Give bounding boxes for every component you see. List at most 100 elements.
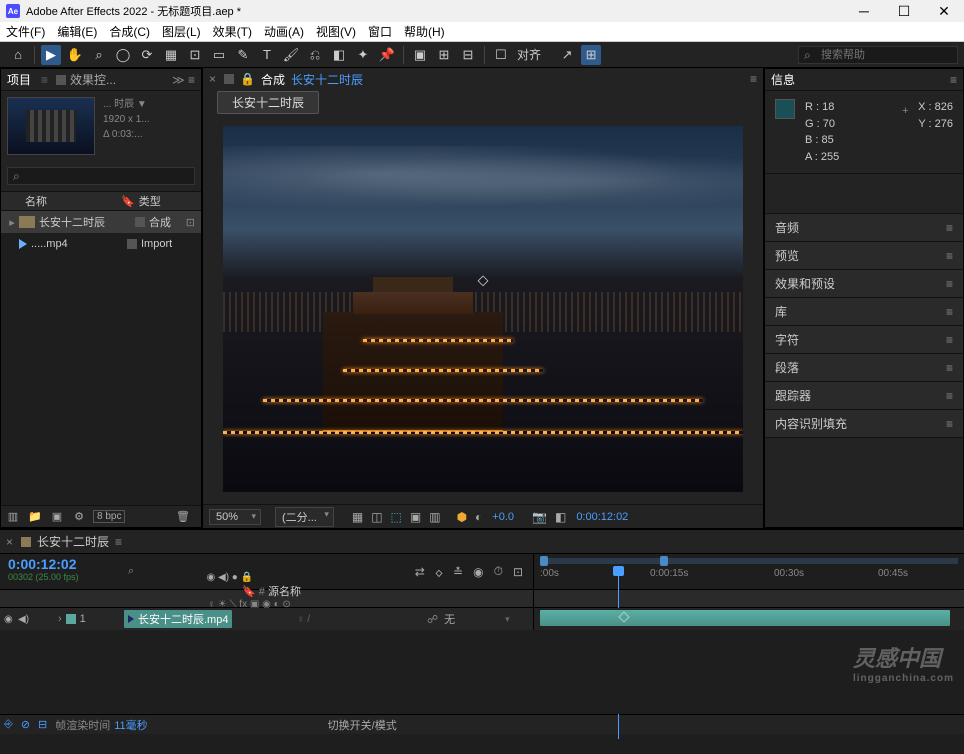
help-search-input[interactable]: [798, 46, 958, 64]
time-ruler[interactable]: :00s 0:00:15s 00:30s 00:45s: [534, 568, 964, 588]
transparency-grid-icon[interactable]: ▦: [352, 510, 363, 524]
rotate-tool-icon[interactable]: ⟳: [137, 45, 157, 65]
layer-parent-value[interactable]: 无: [444, 611, 455, 627]
panel-audio[interactable]: 音频≡: [765, 214, 963, 241]
panel-menu-icon[interactable]: ≫ ≡: [172, 73, 195, 87]
viewer-timecode[interactable]: 0:00:12:02: [576, 511, 628, 523]
work-area-start-handle[interactable]: [540, 556, 548, 566]
grid-icon[interactable]: ⊞: [581, 45, 601, 65]
panel-paragraph[interactable]: 段落≡: [765, 354, 963, 381]
tl-footer-icon-3[interactable]: ⊟: [38, 718, 47, 731]
snap-icon[interactable]: ☐: [491, 45, 511, 65]
exposure-value[interactable]: +0.0: [492, 511, 514, 523]
work-area-bar[interactable]: [540, 558, 958, 564]
layer-clip-bar[interactable]: [540, 610, 950, 626]
new-comp-icon[interactable]: ▣: [49, 509, 65, 525]
orbit-tool-icon[interactable]: ◯: [113, 45, 133, 65]
pan-behind-tool-icon[interactable]: ⊡: [185, 45, 205, 65]
brush-tool-icon[interactable]: 🖌: [281, 45, 301, 65]
timeline-tab[interactable]: 长安十二时辰: [37, 533, 109, 550]
composition-viewer[interactable]: [203, 114, 763, 504]
color-mgmt-icon[interactable]: ⬢: [457, 510, 467, 524]
minimize-button[interactable]: ─: [844, 0, 884, 22]
tab-project[interactable]: 项目: [7, 71, 31, 88]
tl-footer-icon-2[interactable]: ⊘: [21, 718, 30, 731]
show-snapshot-icon[interactable]: ◧: [555, 510, 566, 524]
tl-footer-icon-1[interactable]: ⎆: [4, 718, 13, 731]
menu-composition[interactable]: 合成(C): [109, 23, 150, 40]
col-name[interactable]: 名称: [25, 193, 121, 209]
pickwhip-icon[interactable]: ☍: [427, 613, 438, 626]
panel-tracker[interactable]: 跟踪器≡: [765, 382, 963, 409]
project-item-composition[interactable]: ▸ 长安十二时辰 合成 ⊡: [1, 211, 201, 233]
channel-icon[interactable]: ▥: [429, 510, 440, 524]
home-icon[interactable]: ⌂: [8, 45, 28, 65]
bpc-display[interactable]: 8 bpc: [93, 510, 125, 523]
menu-layer[interactable]: 图层(L): [162, 23, 201, 40]
camera-tool-icon[interactable]: ▦: [161, 45, 181, 65]
col-source-name[interactable]: 源名称: [268, 586, 301, 598]
zoom-tool-icon[interactable]: ⌕: [89, 45, 109, 65]
align-label[interactable]: 对齐: [517, 46, 541, 63]
panel-character[interactable]: 字符≡: [765, 326, 963, 353]
puppet-tool-icon[interactable]: 📌: [377, 45, 397, 65]
settings-icon[interactable]: ⚙: [71, 509, 87, 525]
menu-window[interactable]: 窗口: [368, 23, 392, 40]
exposure-icon[interactable]: ◐: [475, 510, 482, 524]
clone-tool-icon[interactable]: ⎌: [305, 45, 325, 65]
roto-tool-icon[interactable]: ✦: [353, 45, 373, 65]
mask-icon[interactable]: ◫: [371, 510, 382, 524]
toolset-icon[interactable]: ▣: [410, 45, 430, 65]
panel-effects-presets[interactable]: 效果和预设≡: [765, 270, 963, 297]
new-folder-icon[interactable]: 📁: [27, 509, 43, 525]
region-icon[interactable]: ⬚: [391, 510, 402, 524]
project-search-input[interactable]: [7, 167, 195, 185]
layer-name[interactable]: 长安十二时辰.mp4: [124, 610, 232, 628]
rectangle-tool-icon[interactable]: ▭: [209, 45, 229, 65]
comp-tab[interactable]: 长安十二时辰: [217, 91, 319, 114]
pen-tool-icon[interactable]: ✎: [233, 45, 253, 65]
timeline-close-icon[interactable]: ×: [6, 535, 13, 549]
info-panel-menu-icon[interactable]: ≡: [950, 73, 957, 87]
panel-preview[interactable]: 预览≡: [765, 242, 963, 269]
timeline-timecode[interactable]: 0:00:12:02: [8, 556, 120, 572]
project-thumbnail[interactable]: [7, 97, 95, 155]
close-tab-icon[interactable]: ×: [209, 72, 216, 86]
hand-tool-icon[interactable]: ✋: [65, 45, 85, 65]
layer-modes[interactable]: ♀ /: [293, 614, 423, 625]
menu-effect[interactable]: 效果(T): [213, 23, 252, 40]
comp-name-label[interactable]: 长安十二时辰: [291, 71, 363, 88]
lock-icon[interactable]: 🔒: [240, 72, 255, 86]
menu-edit[interactable]: 编辑(E): [57, 23, 97, 40]
trash-icon[interactable]: 🗑: [175, 509, 191, 525]
snapshot-icon[interactable]: 📷: [532, 510, 547, 524]
zoom-dropdown[interactable]: 50%: [209, 509, 261, 525]
panel-content-aware[interactable]: 内容识别填充≡: [765, 410, 963, 437]
eraser-tool-icon[interactable]: ◧: [329, 45, 349, 65]
timeline-layer-row[interactable]: ◉ ◀) › 1 长安十二时辰.mp4 ♀ / ☍ 无: [0, 608, 964, 630]
layer-color-icon[interactable]: [66, 614, 76, 624]
layer-expand-icon[interactable]: ›: [58, 613, 62, 625]
comp-panel-menu-icon[interactable]: ≡: [750, 72, 757, 86]
panel-libraries[interactable]: 库≡: [765, 298, 963, 325]
toggle-switches-label[interactable]: 切换开关/模式: [328, 717, 397, 733]
visibility-icon[interactable]: ◉: [4, 614, 16, 625]
type-tool-icon[interactable]: T: [257, 45, 277, 65]
menu-animation[interactable]: 动画(A): [264, 23, 304, 40]
grid-view-icon[interactable]: ▣: [410, 510, 421, 524]
interpret-icon[interactable]: ▥: [5, 509, 21, 525]
tab-effect-controls[interactable]: 效果控...: [70, 71, 116, 88]
maximize-button[interactable]: ☐: [884, 0, 924, 22]
toolset3-icon[interactable]: ⊟: [458, 45, 478, 65]
menu-help[interactable]: 帮助(H): [404, 23, 445, 40]
audio-icon[interactable]: ◀): [18, 614, 30, 625]
resolution-dropdown[interactable]: (二分...: [275, 507, 334, 527]
col-type[interactable]: 类型: [139, 193, 161, 209]
tab-info[interactable]: 信息: [771, 71, 795, 88]
work-area-end-handle[interactable]: [660, 556, 668, 566]
toolset2-icon[interactable]: ⊞: [434, 45, 454, 65]
menu-file[interactable]: 文件(F): [6, 23, 45, 40]
menu-view[interactable]: 视图(V): [316, 23, 356, 40]
project-item-footage[interactable]: .....mp4 Import: [1, 233, 201, 255]
selection-tool-icon[interactable]: ▶: [41, 45, 61, 65]
